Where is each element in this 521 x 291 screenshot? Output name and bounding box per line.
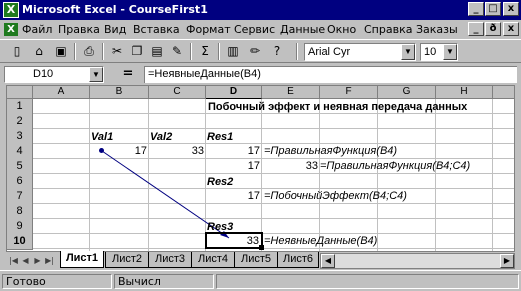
- sheet-tab-bar: |◀ ◀ ▶ ▶| Лист1 Лист2 Лист3 Лист4 Лист5 …: [6, 251, 515, 270]
- status-empty-panel: [216, 274, 519, 289]
- active-cell-border: [205, 232, 264, 250]
- cell-d5[interactable]: 17: [206, 158, 260, 174]
- status-ready: Готово: [2, 274, 112, 289]
- minimize-button[interactable]: _: [468, 2, 484, 16]
- standard-toolbar: ▯ ⌂ ▣ ⎙ ✂ ❐ ▤ ✎ Σ ▥ ✏ ? Arial Cyr ▼ 10 ▼: [0, 39, 521, 63]
- excel-icon[interactable]: X: [3, 2, 19, 18]
- cell-e4[interactable]: =ПравильнаяФункция(B4): [264, 143, 397, 159]
- sheet-tab-6[interactable]: Лист6: [277, 252, 319, 268]
- chevron-down-icon[interactable]: ▼: [89, 67, 103, 82]
- cell-e7[interactable]: =ПобочныйЭффект(B4;C4): [264, 188, 407, 204]
- toolbar-separator: [218, 43, 220, 60]
- cell-reference: D10: [33, 68, 54, 80]
- sheet-tab-3[interactable]: Лист3: [148, 252, 192, 268]
- print-icon[interactable]: ⎙: [80, 43, 98, 60]
- cell-e10[interactable]: =НеявныеДанные(B4): [264, 233, 377, 249]
- menu-orders[interactable]: Заказы: [416, 23, 458, 36]
- doc-restore-button[interactable]: ð: [485, 22, 501, 36]
- last-sheet-icon[interactable]: ▶|: [44, 254, 55, 267]
- font-name-value: Arial Cyr: [308, 46, 351, 58]
- cell-d4[interactable]: 17: [206, 143, 260, 159]
- autosum-icon[interactable]: Σ: [196, 43, 214, 60]
- menu-view[interactable]: Вид: [104, 23, 126, 36]
- menu-tools[interactable]: Сервис: [234, 23, 275, 36]
- window-title: Microsoft Excel - CourseFirst1: [22, 3, 208, 16]
- cell-d7[interactable]: 17: [206, 188, 260, 204]
- toolbar-separator: [296, 43, 298, 60]
- prev-sheet-icon[interactable]: ◀: [20, 254, 31, 267]
- maximize-button[interactable]: □: [485, 2, 501, 16]
- menu-data[interactable]: Данные: [280, 23, 325, 36]
- menu-file[interactable]: Файл: [22, 23, 52, 36]
- menu-edit[interactable]: Правка: [58, 23, 100, 36]
- name-box[interactable]: D10 ▼: [4, 66, 104, 83]
- cut-icon[interactable]: ✂: [108, 43, 126, 60]
- cell-b4[interactable]: 17: [90, 143, 147, 159]
- cell-d1[interactable]: Побочный эффект и неявная передача данны…: [208, 99, 467, 115]
- menu-insert[interactable]: Вставка: [133, 23, 180, 36]
- doc-minimize-button[interactable]: _: [468, 22, 484, 36]
- cell-e5[interactable]: 33: [262, 158, 318, 174]
- scroll-right-icon[interactable]: ▶: [500, 254, 514, 268]
- formula-input[interactable]: =НеявныеДанные(B4): [144, 66, 517, 83]
- formula-bar: D10 ▼ = =НеявныеДанные(B4): [0, 63, 521, 85]
- copy-icon[interactable]: ❐: [128, 43, 146, 60]
- menu-window[interactable]: Окно: [327, 23, 356, 36]
- chevron-down-icon[interactable]: ▼: [443, 44, 457, 60]
- help-icon[interactable]: ?: [268, 43, 286, 60]
- edit-formula-button[interactable]: =: [116, 67, 140, 83]
- sheet-tab-4[interactable]: Лист4: [191, 252, 235, 268]
- font-name-combo[interactable]: Arial Cyr ▼: [304, 43, 416, 61]
- sheet-tab-5[interactable]: Лист5: [234, 252, 278, 268]
- scroll-left-icon[interactable]: ◀: [321, 254, 335, 268]
- sheet-tab-2[interactable]: Лист2: [105, 252, 149, 268]
- worksheet-grid[interactable]: A B C D E F G H 1 2 3 4 5 6 7 8 9 10 Поб…: [6, 85, 515, 252]
- title-bar: X Microsoft Excel - CourseFirst1 _ □ x: [0, 0, 521, 20]
- doc-close-button[interactable]: x: [503, 22, 519, 36]
- new-doc-icon[interactable]: ▯: [8, 43, 26, 60]
- font-size-combo[interactable]: 10 ▼: [420, 43, 458, 61]
- next-sheet-icon[interactable]: ▶: [32, 254, 43, 267]
- save-icon[interactable]: ▣: [52, 43, 70, 60]
- first-sheet-icon[interactable]: |◀: [8, 254, 19, 267]
- fill-handle[interactable]: [259, 245, 264, 250]
- menu-format[interactable]: Формат: [186, 23, 231, 36]
- open-folder-icon[interactable]: ⌂: [30, 43, 48, 60]
- workbook-icon[interactable]: X: [4, 23, 18, 36]
- paste-icon[interactable]: ▤: [148, 43, 166, 60]
- menu-bar: X Файл Правка Вид Вставка Формат Сервис …: [0, 20, 521, 39]
- horizontal-scrollbar[interactable]: ◀ ▶: [320, 253, 515, 269]
- status-calc: Вычисл: [114, 274, 214, 289]
- status-bar: Готово Вычисл: [0, 270, 521, 291]
- chart-wizard-icon[interactable]: ▥: [224, 43, 242, 60]
- toolbar-separator: [190, 43, 192, 60]
- close-button[interactable]: x: [503, 2, 519, 16]
- toolbar-separator: [74, 43, 76, 60]
- menu-help[interactable]: Справка: [364, 23, 412, 36]
- cell-c4[interactable]: 33: [149, 143, 204, 159]
- sheet-tab-1[interactable]: Лист1: [60, 251, 104, 268]
- chevron-down-icon[interactable]: ▼: [401, 44, 415, 60]
- cell-f5[interactable]: =ПравильнаяФункция(B4;C4): [320, 158, 470, 174]
- font-size-value: 10: [424, 46, 437, 58]
- format-painter-icon[interactable]: ✎: [168, 43, 186, 60]
- drawing-icon[interactable]: ✏: [246, 43, 264, 60]
- toolbar-separator: [102, 43, 104, 60]
